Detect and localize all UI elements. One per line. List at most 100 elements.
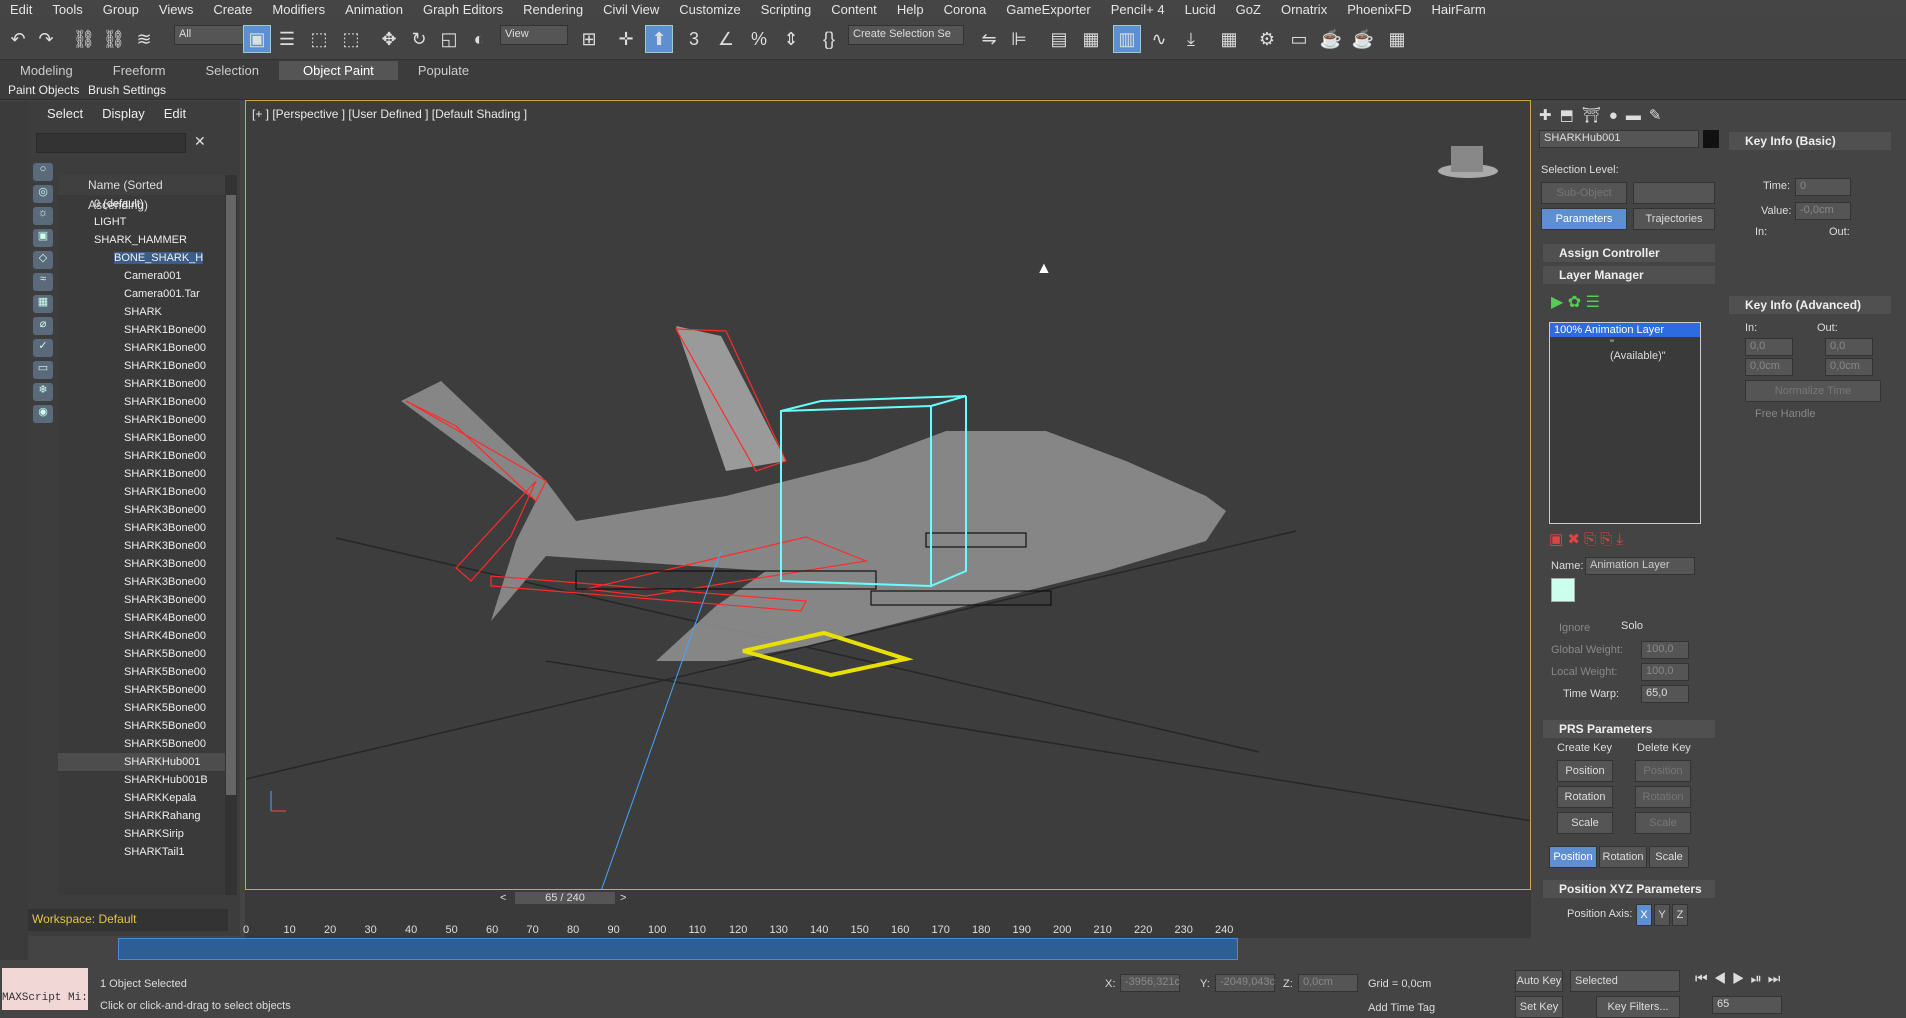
- redo-icon[interactable]: ↷: [32, 25, 60, 53]
- key-info-advanced-rollout[interactable]: Key Info (Advanced): [1729, 296, 1891, 314]
- menu-views[interactable]: Views: [149, 2, 203, 17]
- current-frame-field[interactable]: 65: [1712, 996, 1782, 1014]
- key-time-spinner[interactable]: 0: [1795, 178, 1851, 196]
- tree-row[interactable]: SHARK1Bone00: [58, 375, 225, 393]
- create-position-key-button[interactable]: Position: [1557, 760, 1613, 782]
- ribbon-tab-freeform[interactable]: Freeform: [93, 63, 186, 78]
- tree-row[interactable]: SHARK1Bone00: [58, 483, 225, 501]
- select-object-icon[interactable]: ▣: [243, 25, 271, 53]
- menu-rendering[interactable]: Rendering: [513, 2, 593, 17]
- axis-z-button[interactable]: Z: [1672, 904, 1688, 926]
- filter-lights-icon[interactable]: ☼: [33, 207, 53, 225]
- y-coord-field[interactable]: -2049,043c: [1215, 974, 1275, 992]
- menu-scripting[interactable]: Scripting: [751, 2, 822, 17]
- key-filters-button[interactable]: Key Filters...: [1596, 996, 1680, 1018]
- tree-row[interactable]: Camera001.Tar: [58, 285, 225, 303]
- tree-row[interactable]: 0 (default): [58, 195, 225, 213]
- tree-row[interactable]: SHARK1Bone00: [58, 357, 225, 375]
- tree-row[interactable]: SHARK5Bone00: [58, 681, 225, 699]
- layer-explorer-icon[interactable]: ▦: [1077, 25, 1105, 53]
- link-icon[interactable]: ⛓: [70, 25, 98, 53]
- tree-row[interactable]: SHARK3Bone00: [58, 555, 225, 573]
- menu-corona[interactable]: Corona: [934, 2, 997, 17]
- time-slider-frame[interactable]: 65 / 240: [515, 892, 615, 904]
- snap-toggle-icon[interactable]: 3: [680, 25, 708, 53]
- filter-groups-icon[interactable]: ▦: [33, 295, 53, 313]
- angle-snap-icon[interactable]: ∠: [712, 25, 740, 53]
- menu-customize[interactable]: Customize: [669, 2, 750, 17]
- tree-row[interactable]: SHARKTail1: [58, 843, 225, 861]
- curve-editor-icon[interactable]: ∿: [1145, 25, 1173, 53]
- keyboard-shortcut-icon[interactable]: ⬆: [645, 25, 673, 53]
- create-scale-key-button[interactable]: Scale: [1557, 812, 1613, 834]
- tree-row[interactable]: SHARK3Bone00: [58, 501, 225, 519]
- tree-row[interactable]: LIGHT: [58, 213, 225, 231]
- render-icon[interactable]: ☕: [1317, 25, 1345, 53]
- menu-lucid[interactable]: Lucid: [1175, 2, 1226, 17]
- menu-tools[interactable]: Tools: [42, 2, 92, 17]
- perspective-viewport[interactable]: [+ ] [Perspective ] [User Defined ] [Def…: [245, 100, 1531, 890]
- tree-row[interactable]: SHARK1Bone00: [58, 321, 225, 339]
- tree-row[interactable]: SHARKHub001B: [58, 771, 225, 789]
- scale-icon[interactable]: ◱: [435, 25, 463, 53]
- tree-scrollbar[interactable]: [225, 175, 237, 895]
- tree-row[interactable]: SHARKSirip: [58, 825, 225, 843]
- x-coord-field[interactable]: -3956,321c: [1120, 974, 1180, 992]
- clear-search-icon[interactable]: ✕: [194, 133, 206, 150]
- tree-row[interactable]: SHARK4Bone00: [58, 627, 225, 645]
- filter-cameras-icon[interactable]: ▣: [33, 229, 53, 247]
- menu-content[interactable]: Content: [821, 2, 887, 17]
- menu-civil-view[interactable]: Civil View: [593, 2, 669, 17]
- layer-item-active[interactable]: 100% Animation Layer: [1550, 323, 1700, 337]
- viewcube[interactable]: [1438, 146, 1498, 178]
- explorer-display-menu[interactable]: Display: [102, 106, 145, 121]
- global-weight-spinner[interactable]: 100,0: [1641, 641, 1689, 659]
- layer-manager-rollout[interactable]: Layer Manager: [1543, 266, 1715, 284]
- delete-scale-key-button[interactable]: Scale: [1635, 812, 1691, 834]
- parameters-button[interactable]: Parameters: [1541, 208, 1627, 230]
- explorer-select-menu[interactable]: Select: [47, 106, 83, 121]
- bind-spacewarp-icon[interactable]: ≋: [130, 25, 158, 53]
- render-active-icon[interactable]: ☕: [1349, 25, 1377, 53]
- ignore-checkbox[interactable]: Ignore: [1559, 622, 1590, 634]
- trajectories-button[interactable]: Trajectories: [1633, 208, 1715, 230]
- ribbon-tab-selection[interactable]: Selection: [186, 63, 279, 78]
- workspace-dropdown[interactable]: Workspace: Default: [28, 909, 228, 931]
- paint-objects-tab[interactable]: Paint Objects: [8, 83, 79, 97]
- menu-ornatrix[interactable]: Ornatrix: [1271, 2, 1337, 17]
- z-coord-field[interactable]: 0,0cm: [1298, 974, 1358, 992]
- layer-name-field[interactable]: Animation Layer: [1585, 557, 1695, 575]
- position-xyz-rollout[interactable]: Position XYZ Parameters: [1543, 880, 1715, 898]
- layer-color-swatch[interactable]: [1551, 578, 1575, 602]
- menu-goz[interactable]: GoZ: [1226, 2, 1271, 17]
- filter-hidden-icon[interactable]: ◉: [33, 405, 53, 423]
- scale-tab[interactable]: Scale: [1649, 846, 1689, 868]
- create-rotation-key-button[interactable]: Rotation: [1557, 786, 1613, 808]
- auto-key-button[interactable]: Auto Key: [1515, 970, 1563, 992]
- tree-row[interactable]: SHARK4Bone00: [58, 609, 225, 627]
- shark-body[interactable]: [401, 381, 1226, 661]
- prs-parameters-rollout[interactable]: PRS Parameters: [1543, 720, 1715, 738]
- tree-column-header[interactable]: Name (Sorted Ascending): [58, 175, 225, 212]
- tree-row[interactable]: SHARK1Bone00: [58, 429, 225, 447]
- key-info-basic-rollout[interactable]: Key Info (Basic): [1729, 132, 1891, 150]
- edit-named-sel-icon[interactable]: {}: [815, 25, 843, 53]
- tree-row[interactable]: SHARK1Bone00: [58, 447, 225, 465]
- position-tab[interactable]: Position: [1549, 846, 1597, 868]
- tree-row[interactable]: SHARK3Bone00: [58, 537, 225, 555]
- render-frame-icon[interactable]: ▭: [1285, 25, 1313, 53]
- dope-sheet-icon[interactable]: ⤓: [1177, 25, 1205, 53]
- menu-animation[interactable]: Animation: [335, 2, 413, 17]
- filter-xrefs-icon[interactable]: ⌀: [33, 317, 53, 335]
- window-crossing-icon[interactable]: ⬚: [337, 25, 365, 53]
- place-icon[interactable]: ◐: [465, 25, 493, 53]
- tree-row[interactable]: Camera001: [58, 267, 225, 285]
- tree-row[interactable]: BONE_SHARK_H: [58, 249, 225, 267]
- menu-create[interactable]: Create: [203, 2, 262, 17]
- mirror-icon[interactable]: ⇋: [975, 25, 1003, 53]
- prev-frame-button[interactable]: <: [500, 892, 512, 904]
- rotate-icon[interactable]: ↻: [405, 25, 433, 53]
- maxscript-listener[interactable]: MAXScript Mi:: [2, 968, 88, 1010]
- delete-position-key-button[interactable]: Position: [1635, 760, 1691, 782]
- tree-row[interactable]: SHARK1Bone00: [58, 465, 225, 483]
